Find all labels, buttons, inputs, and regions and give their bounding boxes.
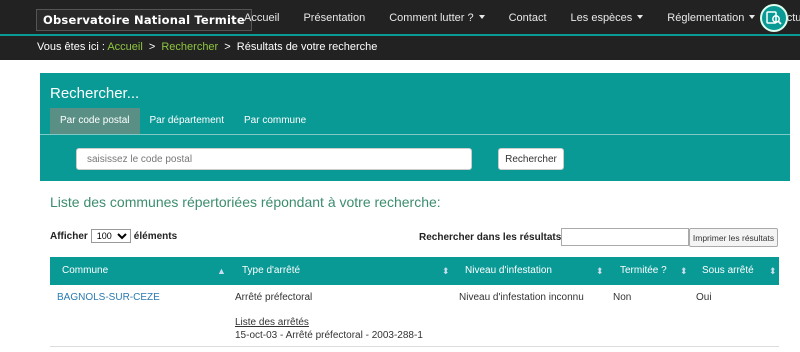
breadcrumb-link-accueil[interactable]: Accueil <box>107 41 142 53</box>
search-book-icon[interactable] <box>760 4 788 32</box>
tab-commune[interactable]: Par commune <box>234 108 316 134</box>
nav-item-reglementation[interactable]: Réglementation <box>655 0 767 36</box>
results-search-label: Rechercher dans les résultats : <box>419 232 568 243</box>
print-results-button[interactable]: Imprimer les résultats <box>689 228 778 247</box>
postal-code-input[interactable] <box>76 148 472 170</box>
cell-arrete-detail: 15-oct-03 - Arrêté préfectoral - 2003-28… <box>235 330 423 341</box>
breadcrumb-separator: > <box>148 41 156 53</box>
tab-code-postal[interactable]: Par code postal <box>50 108 140 134</box>
page-length-select[interactable]: 100 <box>90 229 131 243</box>
sort-icon[interactable]: ⬍ <box>442 257 450 285</box>
panel-divider <box>40 134 790 135</box>
column-header-type-arrete[interactable]: Type d'arrêté <box>242 257 300 285</box>
search-panel-title: Rechercher... <box>50 85 140 102</box>
caret-down-icon <box>749 15 756 19</box>
column-header-sous-arrete[interactable]: Sous arrêté <box>702 257 754 285</box>
cell-niveau-infestation: Niveau d'infestation inconnu <box>459 292 584 303</box>
results-heading: Liste des communes répertoriées répondan… <box>50 194 441 210</box>
caret-down-icon <box>478 15 485 19</box>
breadcrumb: Vous êtes ici : Accueil > Rechercher > R… <box>37 41 377 53</box>
nav-item-especes[interactable]: Les espèces <box>559 0 656 36</box>
page-length-suffix: éléments <box>133 230 178 242</box>
nav-item-comment-lutter[interactable]: Comment lutter ? <box>377 0 496 36</box>
cell-type-arrete: Arrêté préfectoral <box>235 292 313 303</box>
brand-logo[interactable]: Observatoire National Termite <box>36 9 252 31</box>
column-header-termitee[interactable]: Termitée ? <box>620 257 667 285</box>
breadcrumb-bar: Vous êtes ici : Accueil > Rechercher > R… <box>0 36 800 60</box>
top-navbar: Observatoire National Termite Accueil Pr… <box>0 0 800 36</box>
cell-sous-arrete: Oui <box>696 292 712 303</box>
search-panel: Rechercher... Par code postal Par départ… <box>40 73 790 181</box>
caret-down-icon <box>637 15 644 19</box>
page-length-control: Afficher 100 éléments <box>50 229 177 243</box>
breadcrumb-link-rechercher[interactable]: Rechercher <box>161 41 218 53</box>
column-header-commune[interactable]: Commune <box>62 257 108 285</box>
tab-departement[interactable]: Par département <box>140 108 235 134</box>
sort-icon[interactable]: ⬍ <box>680 257 688 285</box>
main-nav: Accueil Présentation Comment lutter ? Co… <box>232 0 800 36</box>
search-button[interactable]: Rechercher <box>498 148 564 170</box>
column-header-niveau-infestation[interactable]: Niveau d'infestation <box>465 257 552 285</box>
sort-icon[interactable]: ⬍ <box>769 257 777 285</box>
commune-link[interactable]: BAGNOLS-SUR-CEZE <box>57 292 160 303</box>
arretes-list-link[interactable]: Liste des arrêtés <box>235 317 309 328</box>
nav-item-accueil[interactable]: Accueil <box>232 0 291 36</box>
table-header: Commune ▲ Type d'arrêté ⬍ Niveau d'infes… <box>50 257 779 285</box>
breadcrumb-separator: > <box>224 41 231 53</box>
nav-item-presentation[interactable]: Présentation <box>291 0 377 36</box>
page-length-prefix: Afficher <box>50 230 88 242</box>
cell-termitee: Non <box>613 292 632 303</box>
search-tabs: Par code postal Par département Par comm… <box>50 108 316 134</box>
results-search-input[interactable] <box>561 228 689 246</box>
sort-icon[interactable]: ⬍ <box>596 257 604 285</box>
sort-asc-icon[interactable]: ▲ <box>217 257 226 285</box>
breadcrumb-prefix: Vous êtes ici : <box>37 41 105 53</box>
nav-item-contact[interactable]: Contact <box>497 0 559 36</box>
breadcrumb-current: Résultats de votre recherche <box>236 41 378 53</box>
row-divider <box>50 346 779 347</box>
